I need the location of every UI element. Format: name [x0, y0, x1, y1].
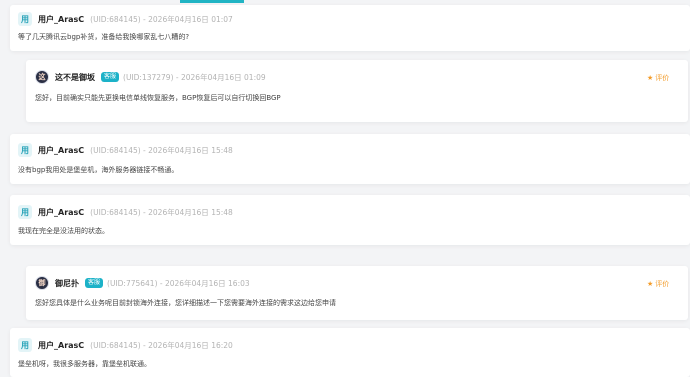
comment-meta: (UID:137279) - 2026年04月16日 01:09: [123, 72, 266, 82]
user-avatar: 用: [18, 12, 32, 26]
comment-meta: (UID:684145) - 2026年04月16日 01:07: [90, 14, 233, 24]
user-comment: 用 用户_ArasC (UID:684145) - 2026年04月16日 16…: [10, 328, 690, 377]
comment-author[interactable]: 御尼扑: [55, 278, 79, 289]
rate-label: 评价: [655, 74, 670, 82]
staff-badge: 客服: [101, 72, 120, 82]
user-avatar: 用: [18, 205, 32, 219]
comment-author[interactable]: 这不是御坂: [55, 72, 95, 83]
rate-button[interactable]: ★ 评价: [647, 73, 669, 83]
comment-content: 我现在完全是没法用的状态。: [18, 227, 109, 235]
rate-label: 评价: [655, 280, 670, 288]
active-tab-indicator: [180, 0, 244, 3]
comment-content: 堡垒机呀，我很多服务器，靠堡垒机联通。: [18, 360, 151, 368]
user-avatar: 用: [18, 143, 32, 157]
comment-author[interactable]: 用户_ArasC: [38, 207, 84, 218]
user-avatar: 用: [18, 338, 32, 352]
comment-author[interactable]: 用户_ArasC: [38, 340, 84, 351]
comment-author[interactable]: 用户_ArasC: [38, 14, 84, 25]
user-comment: 用 用户_ArasC (UID:684145) - 2026年04月16日 15…: [10, 134, 690, 184]
comment-content: 您好，目前确实只能先更换电信单线恢复服务，BGP恢复后可以自行切换回BGP: [35, 94, 281, 102]
staff-badge: 客服: [85, 278, 104, 288]
comment-meta: (UID:684145) - 2026年04月16日 15:48: [90, 207, 233, 217]
comment-content: 没有bgp我用处是堡垒机，海外服务器链接不畅通。: [18, 166, 179, 174]
staff-avatar: 御: [35, 276, 49, 290]
comment-content: 等了几天腾讯云bgp补货，准备给我换哪家乱七八糟的?: [18, 33, 190, 41]
comment-meta: (UID:684145) - 2026年04月16日 15:48: [90, 145, 233, 155]
comment-meta: (UID:684145) - 2026年04月16日 16:20: [90, 340, 233, 350]
star-icon: ★: [647, 74, 654, 82]
user-comment: 用 用户_ArasC (UID:684145) - 2026年04月16日 15…: [10, 195, 690, 245]
staff-reply: 御 御尼扑 客服 (UID:775641) - 2026年04月16日 16:0…: [26, 266, 688, 320]
rate-button[interactable]: ★ 评价: [647, 279, 669, 289]
comment-author[interactable]: 用户_ArasC: [38, 145, 84, 156]
star-icon: ★: [647, 280, 654, 288]
user-comment: 用 用户_ArasC (UID:684145) - 2026年04月16日 01…: [10, 5, 690, 51]
staff-reply: 这 这不是御坂 客服 (UID:137279) - 2026年04月16日 01…: [26, 60, 688, 122]
staff-avatar: 这: [35, 70, 49, 84]
comment-content: 您好您具体是什么业务呢目前封锁海外连接，您详细描述一下您需要海外连接的需求这边给…: [35, 299, 336, 307]
comment-meta: (UID:775641) - 2026年04月16日 16:03: [107, 278, 250, 288]
